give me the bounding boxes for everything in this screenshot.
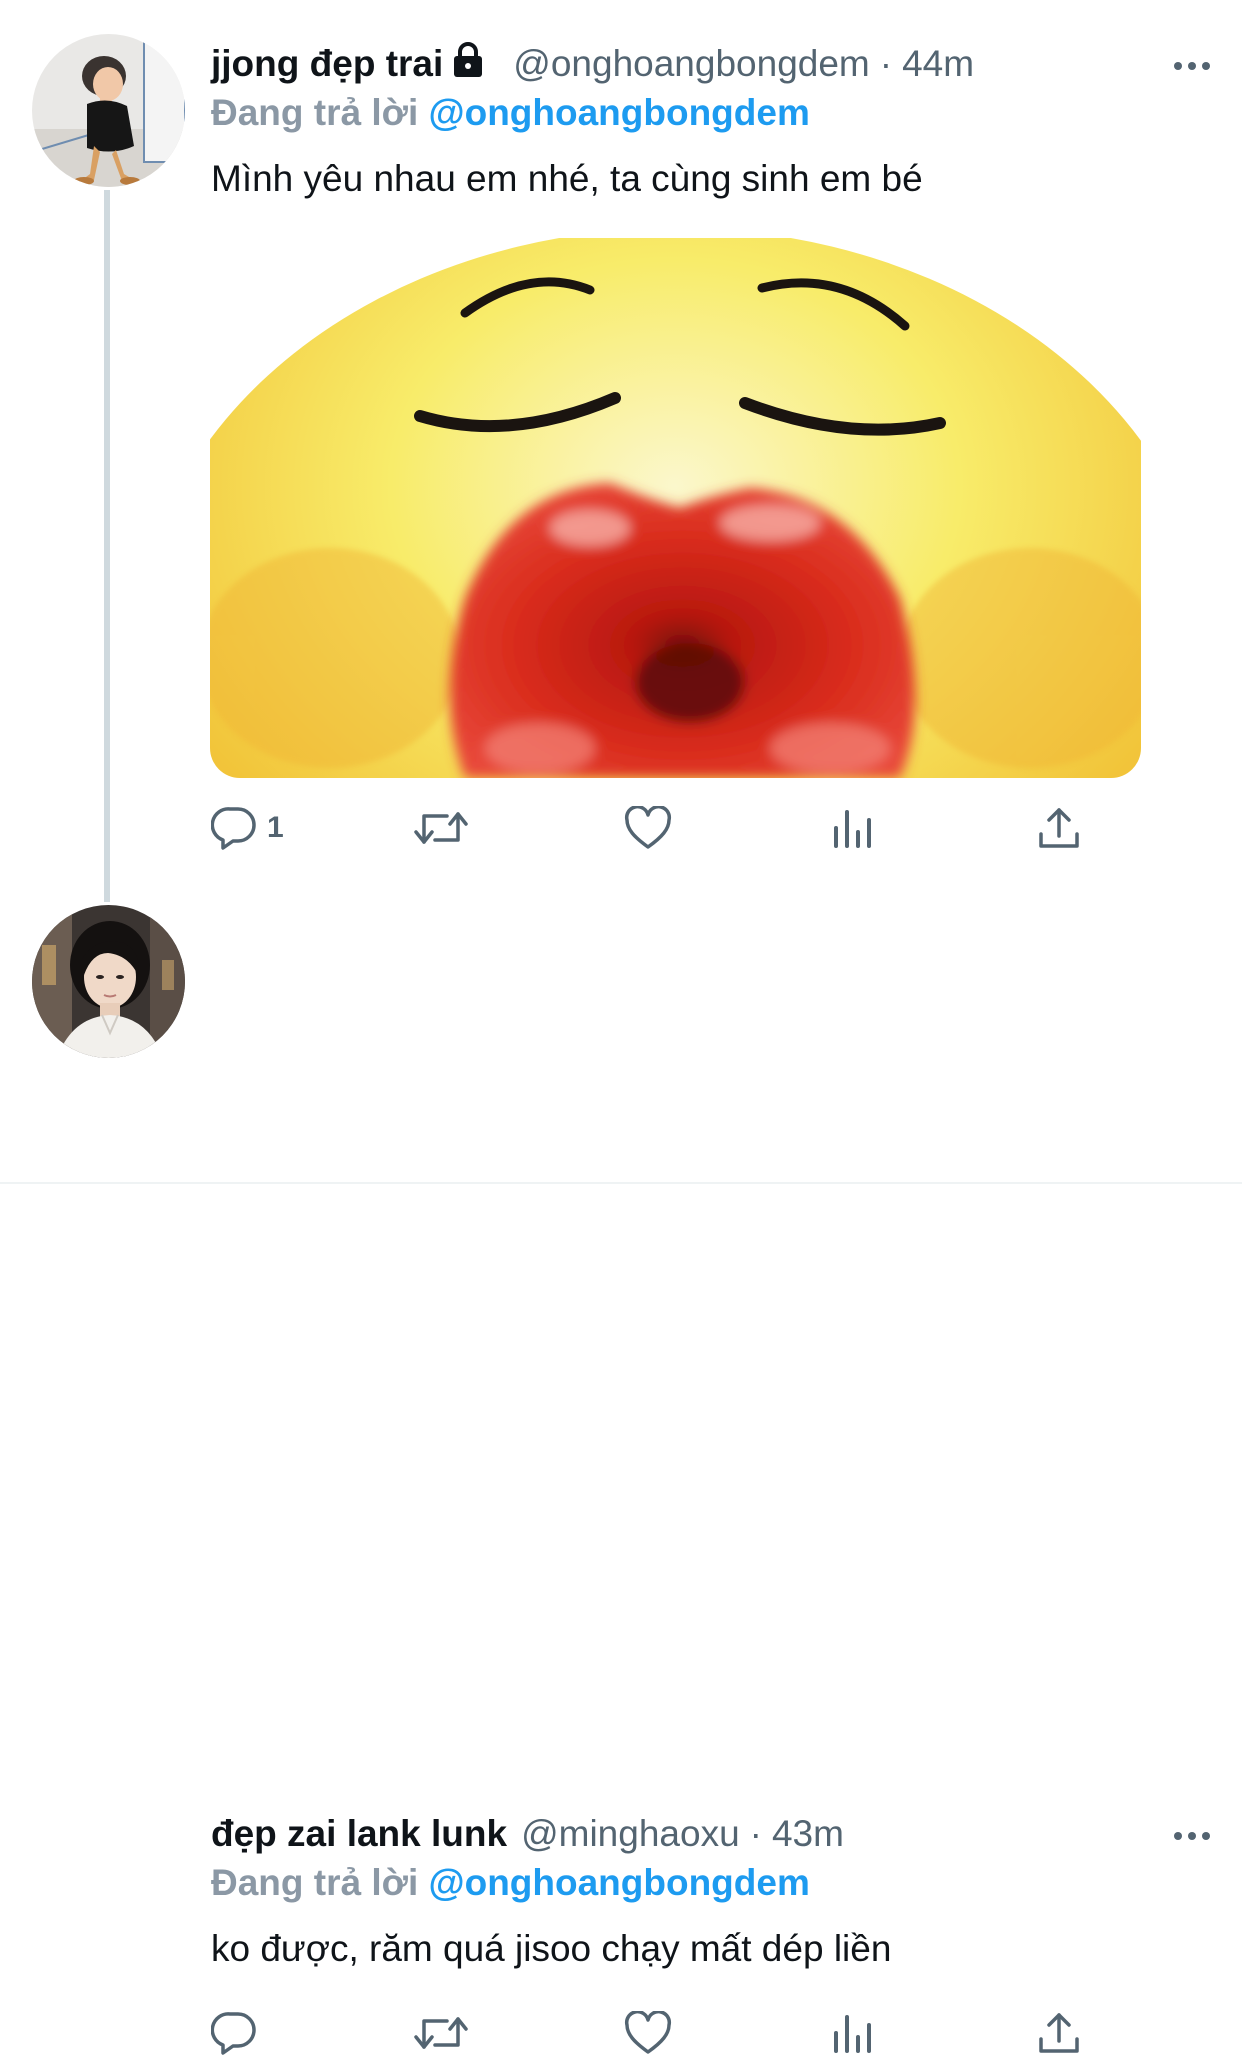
like-button[interactable] — [624, 800, 672, 856]
reply-button[interactable]: 1 — [211, 800, 284, 856]
retweet-button[interactable] — [413, 800, 469, 856]
kissing-emoji-image[interactable] — [210, 238, 1141, 778]
bottom-divider — [0, 1182, 1242, 1184]
reply-button[interactable] — [211, 2005, 267, 2061]
share-icon — [1037, 806, 1081, 850]
reply-icon — [211, 806, 257, 850]
display-name[interactable]: đẹp zai lank lunk — [211, 1813, 507, 1855]
user-handle[interactable]: @minghaoxu — [521, 1813, 740, 1855]
replying-prefix: Đang trả lời — [211, 1862, 419, 1903]
lock-icon — [451, 41, 485, 88]
share-button[interactable] — [1037, 800, 1081, 856]
analytics-button[interactable] — [831, 2005, 875, 2061]
replying-to-line: Đang trả lời @onghoangbongdem — [211, 1862, 810, 1904]
more-icon[interactable] — [1172, 1818, 1212, 1848]
reply-icon — [211, 2011, 257, 2055]
replying-prefix: Đang trả lời — [211, 92, 419, 133]
avatar-minghaoxu[interactable] — [32, 905, 185, 1058]
tweet-header: đẹp zai lank lunk @minghaoxu · 43m — [211, 1804, 1212, 1864]
tweet-minghaoxu[interactable]: đẹp zai lank lunk @minghaoxu · 43m Đang … — [0, 900, 1242, 2055]
timestamp[interactable]: 44m — [902, 43, 974, 85]
retweet-icon — [413, 806, 469, 850]
analytics-button[interactable] — [831, 800, 875, 856]
tweet-text: ko được, răm quá jisoo chạy mất dép liền — [211, 1928, 892, 1969]
tweet-actions — [211, 2005, 1091, 2065]
like-icon — [624, 2011, 672, 2055]
avatar-jjong[interactable] — [32, 34, 185, 187]
tweet-header: jjong đẹp trai @onghoangbongdem · 44m — [211, 34, 1212, 94]
display-name[interactable]: jjong đẹp trai — [211, 43, 443, 85]
thread-connector-line — [104, 190, 110, 902]
like-icon — [624, 806, 672, 850]
share-button[interactable] — [1037, 2005, 1081, 2061]
reply-count: 1 — [267, 811, 284, 844]
share-icon — [1037, 2011, 1081, 2055]
retweet-button[interactable] — [413, 2005, 469, 2061]
tweet-actions: 1 — [211, 800, 1091, 860]
tweet-jjong[interactable]: jjong đẹp trai @onghoangbongdem · 44m Đa… — [0, 0, 1242, 902]
tweet-text: Mình yêu nhau em nhé, ta cùng sinh em bé — [211, 158, 923, 199]
replying-mention-link[interactable]: @onghoangbongdem — [429, 92, 810, 133]
retweet-icon — [413, 2011, 469, 2055]
more-icon[interactable] — [1172, 48, 1212, 78]
separator-dot: · — [879, 43, 893, 84]
replying-mention-link[interactable]: @onghoangbongdem — [429, 1862, 810, 1903]
analytics-icon — [831, 2011, 875, 2055]
timestamp[interactable]: 43m — [772, 1813, 844, 1855]
separator-dot: · — [749, 1813, 762, 1854]
like-button[interactable] — [624, 2005, 672, 2061]
analytics-icon — [831, 806, 875, 850]
user-handle[interactable]: @onghoangbongdem — [513, 43, 869, 85]
replying-to-line: Đang trả lời @onghoangbongdem — [211, 92, 810, 134]
